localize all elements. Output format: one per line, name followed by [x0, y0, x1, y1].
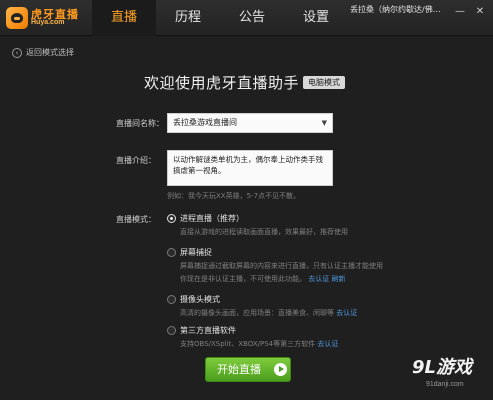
- mode-title-third-party: 第三方直播软件: [180, 326, 236, 335]
- huya-logo: 虎牙直播 Huya.com: [6, 5, 84, 31]
- mode-desc-process: 直接从游戏的进程读取画面直播，效果最好，推荐使用: [180, 228, 348, 236]
- radio-process[interactable]: [167, 214, 176, 223]
- watermark-brand: 9L游戏: [412, 357, 472, 378]
- chevron-down-icon: ▼: [321, 119, 327, 127]
- tab-live[interactable]: 直播: [92, 0, 156, 36]
- back-to-mode-select[interactable]: ‹ 返回模式选择: [12, 47, 74, 58]
- mode-desc-screen-capture-2: 你现在是非认证主播，不可使用此功能。 去认证 刷新: [180, 273, 345, 285]
- verify-link-screen-capture[interactable]: 去认证: [308, 275, 329, 283]
- main-nav: 直播 历程 公告 设置: [92, 0, 348, 36]
- room-name-select[interactable]: 丢拉桑游戏直播间 ▼: [167, 113, 333, 133]
- camera-desc: 高清的摄像头画面，应用场景：直播美食、闲聊等: [180, 309, 334, 317]
- refresh-link[interactable]: 刷新: [331, 275, 345, 283]
- intro-hint: 例如：我今天玩XX英雄，5-7点不见不散。: [167, 192, 301, 200]
- verify-link-third-party[interactable]: 去认证: [317, 340, 338, 348]
- tab-settings[interactable]: 设置: [284, 0, 348, 36]
- watermark-url: 91danji.com: [426, 381, 464, 388]
- verify-link-camera[interactable]: 去认证: [336, 309, 357, 317]
- close-icon[interactable]: ✕: [474, 6, 486, 18]
- user-name[interactable]: 丢拉桑（纳尔约歇达/佛…: [350, 4, 450, 15]
- play-icon: [274, 363, 287, 376]
- tiger-logo-icon: [6, 7, 28, 29]
- page-title: 欢迎使用虎牙直播助手: [144, 74, 300, 92]
- radio-screen-capture[interactable]: [167, 248, 176, 257]
- top-bar: 虎牙直播 Huya.com 直播 历程 公告 设置 丢拉桑（纳尔约歇达/佛… —…: [0, 0, 493, 36]
- intro-label: 直播介绍：: [116, 156, 156, 165]
- room-name-value: 丢拉桑游戏直播间: [173, 118, 237, 127]
- third-party-desc: 支持OBS/XSplit、XBOX/PS4等第三方软件: [180, 340, 316, 348]
- tab-announcement[interactable]: 公告: [220, 0, 284, 36]
- start-live-button[interactable]: 开始直播: [205, 357, 291, 382]
- radio-third-party[interactable]: [167, 326, 176, 335]
- mode-desc-screen-capture-1: 屏幕捕捉通过截取屏幕的内容来进行直播，只有认证主播才能使用: [180, 262, 383, 270]
- mode-title-camera: 摄像头模式: [180, 295, 220, 304]
- mode-label: 直播模式：: [116, 215, 156, 224]
- chevron-left-icon: ‹: [12, 47, 22, 58]
- mode-badge: 电脑模式: [303, 76, 346, 89]
- mode-desc-camera: 高清的摄像头画面，应用场景：直播美食、闲聊等 去认证: [180, 307, 357, 319]
- room-name-label: 直播间名称：: [116, 119, 164, 128]
- mode-title-screen-capture: 屏幕捕捉: [180, 248, 212, 257]
- screen-capture-note: 你现在是非认证主播，不可使用此功能。: [180, 275, 306, 283]
- intro-textarea[interactable]: 以动作解谜类单机为主，偶尔奉上动作类手残搞虐第一视角。: [167, 150, 333, 186]
- back-label: 返回模式选择: [26, 48, 74, 57]
- watermark: 9L游戏 91danji.com: [398, 351, 490, 397]
- minimize-icon[interactable]: —: [454, 6, 466, 18]
- start-live-label: 开始直播: [217, 363, 261, 376]
- mode-title-process: 进程直播（推荐）: [180, 214, 244, 223]
- tab-history[interactable]: 历程: [156, 0, 220, 36]
- page-title-row: 欢迎使用虎牙直播助手 电脑模式: [144, 72, 346, 93]
- radio-camera[interactable]: [167, 295, 176, 304]
- logo-domain: Huya.com: [31, 19, 65, 26]
- mode-desc-third-party: 支持OBS/XSplit、XBOX/PS4等第三方软件 去认证: [180, 338, 338, 350]
